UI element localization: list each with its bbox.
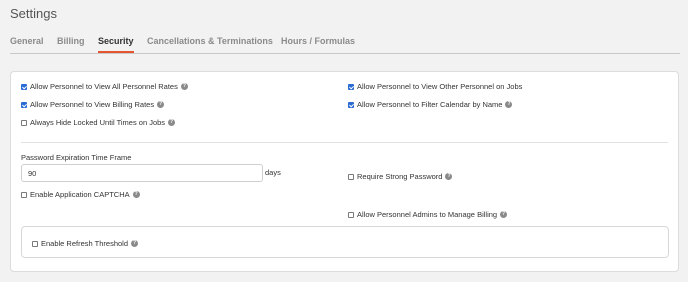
- tab-billing[interactable]: Billing: [57, 36, 85, 46]
- view-other-personnel-checkbox[interactable]: [348, 83, 354, 90]
- days-unit-label: days: [265, 168, 281, 177]
- refresh-threshold-checkbox[interactable]: [32, 240, 38, 247]
- require-strong-password-checkbox[interactable]: [348, 173, 354, 180]
- page-title: Settings: [10, 6, 57, 21]
- help-icon[interactable]: ?: [157, 101, 165, 108]
- view-billing-rates-label: Allow Personnel to View Billing Rates: [30, 100, 155, 109]
- password-expiration-label: Password Expiration Time Frame: [21, 153, 132, 162]
- tab-security[interactable]: Security: [98, 36, 134, 53]
- help-icon[interactable]: ?: [168, 119, 176, 126]
- view-billing-rates-checkbox[interactable]: [21, 101, 27, 108]
- help-icon[interactable]: ?: [445, 173, 453, 180]
- filter-calendar-label: Allow Personnel to Filter Calendar by Na…: [357, 100, 503, 109]
- option-admins-manage-billing[interactable]: Allow Personnel Admins to Manage Billing…: [348, 210, 508, 219]
- help-icon[interactable]: ?: [180, 83, 188, 90]
- help-icon[interactable]: ?: [505, 101, 513, 108]
- hide-locked-checkbox[interactable]: [21, 119, 27, 126]
- filter-calendar-checkbox[interactable]: [348, 101, 354, 108]
- option-hide-locked-until-times[interactable]: Always Hide Locked Until Times on Jobs ?: [21, 118, 176, 127]
- tab-general[interactable]: General: [10, 36, 44, 46]
- option-enable-captcha[interactable]: Enable Application CAPTCHA ?: [21, 190, 140, 199]
- help-icon[interactable]: ?: [500, 211, 508, 218]
- help-icon[interactable]: ?: [131, 240, 138, 247]
- admins-manage-billing-checkbox[interactable]: [348, 211, 354, 218]
- option-enable-refresh-threshold[interactable]: Enable Refresh Threshold ?: [32, 239, 138, 248]
- enable-captcha-label: Enable Application CAPTCHA: [30, 190, 130, 199]
- require-strong-password-label: Require Strong Password: [357, 172, 443, 181]
- tab-cancellations-terminations[interactable]: Cancellations & Terminations: [147, 36, 273, 46]
- view-other-personnel-label: Allow Personnel to View Other Personnel …: [357, 82, 523, 91]
- settings-tabs: General Billing Security Cancellations &…: [10, 34, 680, 54]
- tab-hours-formulas[interactable]: Hours / Formulas: [281, 36, 355, 46]
- option-view-billing-rates[interactable]: Allow Personnel to View Billing Rates ?: [21, 100, 165, 109]
- password-expiration-input[interactable]: [21, 164, 263, 182]
- option-require-strong-password[interactable]: Require Strong Password ?: [348, 172, 453, 181]
- hide-locked-label: Always Hide Locked Until Times on Jobs: [30, 118, 166, 127]
- enable-captcha-checkbox[interactable]: [21, 191, 27, 198]
- admins-manage-billing-label: Allow Personnel Admins to Manage Billing: [357, 210, 498, 219]
- view-all-rates-label: Allow Personnel to View All Personnel Ra…: [30, 82, 178, 91]
- option-filter-calendar[interactable]: Allow Personnel to Filter Calendar by Na…: [348, 100, 513, 109]
- option-view-other-personnel[interactable]: Allow Personnel to View Other Personnel …: [348, 82, 522, 91]
- option-view-all-personnel-rates[interactable]: Allow Personnel to View All Personnel Ra…: [21, 82, 188, 91]
- refresh-threshold-label: Enable Refresh Threshold: [41, 239, 128, 248]
- refresh-threshold-panel: Enable Refresh Threshold ?: [21, 226, 669, 258]
- security-settings-card: Allow Personnel to View All Personnel Ra…: [10, 71, 679, 272]
- view-all-rates-checkbox[interactable]: [21, 83, 27, 90]
- section-divider: [21, 142, 668, 143]
- help-icon[interactable]: ?: [132, 191, 140, 198]
